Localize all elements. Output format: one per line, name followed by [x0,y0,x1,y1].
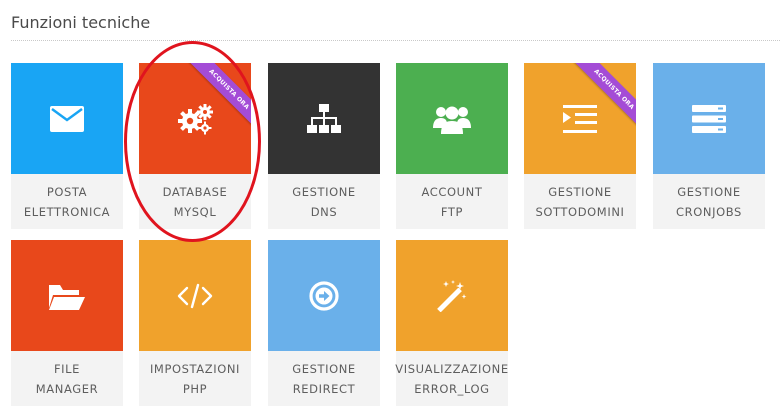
folder-open-icon [49,284,85,310]
tile-label-line2: SOTTODOMINI [535,204,625,219]
tile-label-line2: FTP [440,204,464,219]
users-icon [433,106,471,134]
tile-label-line1: DATABASE [162,184,228,199]
tile-icon-area[interactable] [11,63,123,174]
tile-label[interactable]: ACCOUNT FTP [396,174,508,229]
tile-icon-area[interactable] [268,63,380,174]
tile-label-line2: DNS [310,204,338,219]
indent-icon [563,104,597,133]
tile-label-line2: REDIRECT [292,381,356,396]
tile-label-line1: GESTIONE [548,184,612,199]
tile-icon-area[interactable] [653,63,765,174]
tile-icon-area[interactable] [11,240,123,351]
tile-label[interactable]: GESTIONE REDIRECT [268,351,380,406]
tile-label-line2: PHP [182,381,208,396]
tile-gestione-cronjobs[interactable]: GESTIONE CRONJOBS [653,63,765,229]
tile-label-line2: MANAGER [35,381,99,396]
tile-label-line2: MYSQL [173,204,217,219]
tile-label[interactable]: POSTA ELETTRONICA [11,174,123,229]
tile-icon-area[interactable] [396,63,508,174]
tile-label-line1: GESTIONE [677,184,741,199]
tile-gestione-dns[interactable]: GESTIONE DNS [268,63,380,229]
tile-icon-area[interactable]: ACQUISTA ORA [139,63,251,174]
tile-gestione-sottodomini[interactable]: ACQUISTA ORA GESTIONE SOTTODOMINI [524,63,636,229]
tile-label[interactable]: FILE MANAGER [11,351,123,406]
tile-label[interactable]: DATABASE MYSQL [139,174,251,229]
code-icon [177,283,213,308]
section-title: Funzioni tecniche [11,13,151,32]
tile-label[interactable]: IMPOSTAZIONI PHP [139,351,251,406]
tile-label-line1: IMPOSTAZIONI [149,361,241,376]
tile-gestione-redirect[interactable]: GESTIONE REDIRECT [268,240,380,406]
section-divider [11,40,780,41]
tile-label[interactable]: GESTIONE CRONJOBS [653,174,765,229]
tile-icon-area[interactable] [268,240,380,351]
magic-wand-icon [437,279,467,312]
tile-visualizzazione-error-log[interactable]: VISUALIZZAZIONE ERROR_LOG [395,240,509,406]
tile-file-manager[interactable]: FILE MANAGER [11,240,123,406]
tile-label[interactable]: GESTIONE DNS [268,174,380,229]
tile-label-line1: ACCOUNT [421,184,483,199]
envelope-icon [50,105,84,132]
tile-icon-area[interactable]: ACQUISTA ORA [524,63,636,174]
tile-icon-area[interactable] [139,240,251,351]
tile-label[interactable]: GESTIONE SOTTODOMINI [524,174,636,229]
tile-label-line2: CRONJOBS [676,204,742,219]
tile-label-line1: POSTA [46,184,88,199]
tile-label-line1: FILE [53,361,81,376]
tile-label-line1: VISUALIZZAZIONE [395,361,509,376]
gears-icon [178,103,213,134]
sitemap-icon [307,103,341,133]
server-icon [692,104,726,133]
tile-label-line2: ELETTRONICA [23,204,111,219]
tile-label[interactable]: VISUALIZZAZIONE ERROR_LOG [395,351,509,406]
tile-label-line2: ERROR_LOG [414,381,490,396]
tile-impostazioni-php[interactable]: IMPOSTAZIONI PHP [139,240,251,406]
tile-label-line1: GESTIONE [292,184,356,199]
tile-label-line1: GESTIONE [292,361,356,376]
tile-posta-elettronica[interactable]: POSTA ELETTRONICA [11,63,123,229]
arrow-circle-right-icon [309,280,339,311]
tile-account-ftp[interactable]: ACCOUNT FTP [396,63,508,229]
tile-icon-area[interactable] [396,240,508,351]
tile-database-mysql[interactable]: ACQUISTA ORA DATABASE MYSQL [139,63,251,229]
